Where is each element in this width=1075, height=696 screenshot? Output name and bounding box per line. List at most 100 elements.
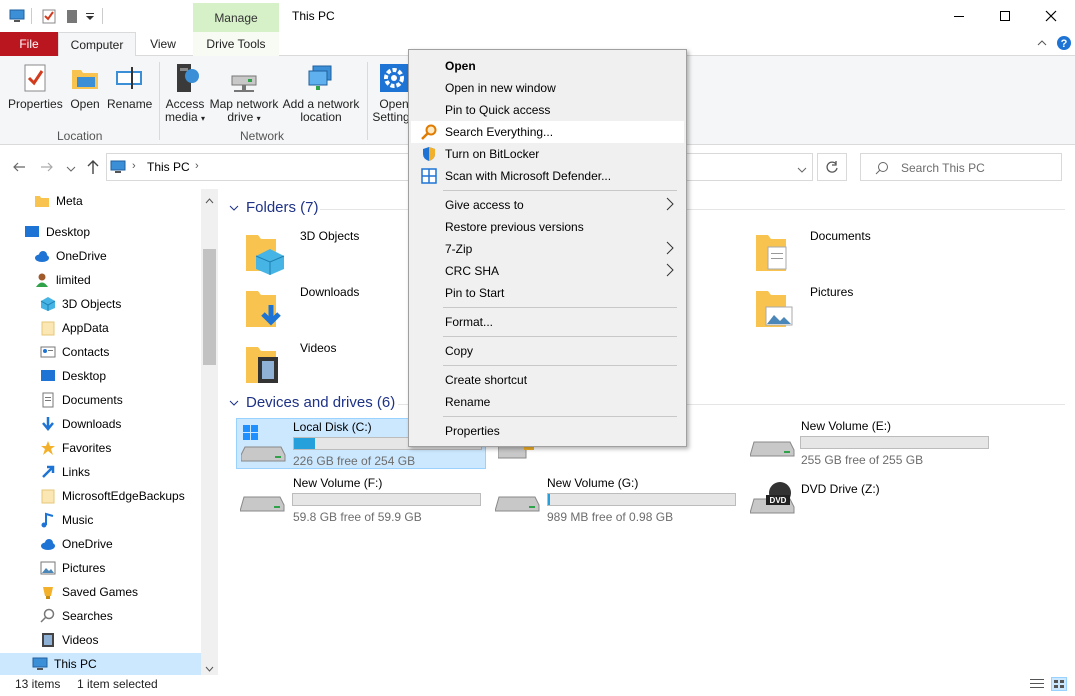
menu-item-open[interactable]: Open (411, 55, 684, 77)
menu-item-label: Give access to (445, 198, 524, 212)
menu-item-search-everything[interactable]: Search Everything... (411, 121, 684, 143)
folders-section-header[interactable]: Folders (7) (228, 199, 319, 216)
add-network-location-button[interactable]: Add a network location (282, 62, 360, 124)
details-view-icon[interactable] (1030, 678, 1044, 693)
nav-item[interactable]: Videos (40, 629, 98, 651)
open-button[interactable]: Open (66, 62, 104, 111)
menu-item-pin-quick-access[interactable]: Pin to Quick access (411, 99, 684, 121)
nav-item[interactable]: 3D Objects (40, 293, 121, 315)
properties-button[interactable]: Properties (8, 62, 63, 111)
tab-manage[interactable]: Manage (193, 3, 279, 32)
nav-item-label: Desktop (62, 369, 107, 383)
tab-view[interactable]: View (140, 32, 186, 56)
nav-item-label: Downloads (62, 417, 122, 431)
nav-item[interactable]: Documents (40, 389, 123, 411)
context-menu: Open Open in new window Pin to Quick acc… (408, 49, 687, 447)
tab-drive-tools[interactable]: Drive Tools (193, 32, 279, 56)
drive-tile-e[interactable]: New Volume (E:) 255 GB free of 255 GB (746, 418, 996, 469)
devices-section-header[interactable]: Devices and drives (6) (228, 394, 395, 411)
menu-item-pin-start[interactable]: Pin to Start (411, 282, 684, 304)
nav-item[interactable]: AppData (40, 317, 109, 339)
nav-item[interactable]: Pictures (40, 557, 105, 579)
close-button[interactable] (1028, 0, 1074, 32)
nav-item[interactable]: OneDrive (40, 533, 113, 555)
folder-tile-pictures[interactable]: Pictures (754, 285, 934, 333)
up-arrow-icon[interactable] (86, 159, 100, 178)
menu-item-properties[interactable]: Properties (411, 420, 684, 442)
breadcrumb-this-pc[interactable]: This PC (147, 160, 190, 174)
tab-file[interactable]: File (0, 32, 58, 56)
qat-divider (31, 8, 32, 24)
forward-arrow-icon[interactable] (40, 160, 54, 177)
drive-icon (239, 483, 288, 531)
menu-item-7zip[interactable]: 7-Zip (411, 238, 684, 260)
breadcrumb-chevron-icon[interactable]: › (195, 160, 199, 172)
nav-scroll-thumb[interactable] (203, 249, 216, 365)
scroll-up-icon[interactable] (205, 193, 214, 207)
refresh-button[interactable] (817, 153, 847, 181)
access-media-button[interactable]: Access media ▾ (163, 62, 207, 125)
drive-tile-z[interactable]: DVD DVD Drive (Z:) (746, 475, 996, 526)
games-icon (40, 584, 56, 600)
nav-scrollbar[interactable] (201, 189, 218, 675)
minimize-button[interactable] (936, 0, 982, 32)
address-dropdown-icon[interactable] (797, 163, 807, 177)
nav-item[interactable]: Meta (34, 190, 83, 212)
folder-gray-icon[interactable] (65, 8, 81, 24)
drive-name: New Volume (E:) (801, 419, 892, 433)
drive-tile-f[interactable]: New Volume (F:) 59.8 GB free of 59.9 GB (236, 475, 486, 526)
drive-tile-g[interactable]: New Volume (G:) 989 MB free of 0.98 GB (491, 475, 741, 526)
menu-item-create-shortcut[interactable]: Create shortcut (411, 369, 684, 391)
folder-tile-documents[interactable]: Documents (754, 229, 934, 277)
rename-button[interactable]: Rename (107, 62, 152, 111)
menu-item-open-new-window[interactable]: Open in new window (411, 77, 684, 99)
menu-separator (443, 190, 677, 191)
nav-item[interactable]: Contacts (40, 341, 109, 363)
menu-item-copy[interactable]: Copy (411, 340, 684, 362)
nav-item-label: Pictures (62, 561, 106, 575)
ribbon-collapse-icon[interactable] (1036, 37, 1048, 52)
star-icon (40, 440, 56, 456)
menu-item-rename[interactable]: Rename (411, 391, 684, 413)
nav-item[interactable]: Desktop (40, 365, 106, 387)
menu-item-format[interactable]: Format... (411, 311, 684, 333)
back-arrow-icon[interactable] (12, 160, 26, 177)
nav-item[interactable]: Links (40, 461, 90, 483)
nav-item[interactable]: Saved Games (40, 581, 138, 603)
properties-check-icon[interactable] (41, 8, 57, 24)
recent-dropdown-icon[interactable] (66, 162, 76, 176)
menu-separator (443, 365, 677, 366)
tab-computer[interactable]: Computer (58, 32, 136, 57)
search-field[interactable]: Search This PC (860, 153, 1062, 181)
nav-item[interactable]: Downloads (40, 413, 121, 435)
nav-item[interactable]: MicrosoftEdgeBackups (40, 485, 185, 507)
tiles-view-icon[interactable] (1051, 677, 1067, 694)
nav-item[interactable]: limited (34, 269, 91, 291)
help-icon[interactable]: ? (1056, 35, 1072, 54)
nav-item[interactable]: Searches (40, 605, 113, 627)
folder-tile-3d-objects[interactable]: 3D Objects (244, 229, 424, 277)
maximize-button[interactable] (982, 0, 1028, 32)
breadcrumb-chevron-icon[interactable]: › (132, 160, 136, 172)
map-network-drive-button[interactable]: Map network drive ▾ (208, 62, 280, 125)
computer-icon[interactable] (9, 8, 25, 24)
nav-item-label: Favorites (62, 441, 112, 455)
folder-tile-videos[interactable]: Videos (244, 341, 424, 389)
nav-item-label: Searches (62, 609, 113, 623)
scroll-down-icon[interactable] (205, 661, 214, 675)
nav-item[interactable]: Favorites (40, 437, 111, 459)
menu-item-crc-sha[interactable]: CRC SHA (411, 260, 684, 282)
media-server-icon (169, 62, 201, 94)
nav-item[interactable]: Desktop (24, 221, 90, 243)
nav-item[interactable]: OneDrive (34, 245, 107, 267)
nav-item[interactable]: Music (40, 509, 93, 531)
nav-item-selected[interactable]: This PC (0, 653, 201, 675)
dropdown-arrow-icon[interactable] (84, 8, 100, 24)
menu-item-give-access[interactable]: Give access to (411, 194, 684, 216)
menu-item-bitlocker[interactable]: Turn on BitLocker (411, 143, 684, 165)
menu-item-defender[interactable]: Scan with Microsoft Defender... (411, 165, 684, 187)
windows-drive-icon (240, 425, 289, 473)
folder-tile-downloads[interactable]: Downloads (244, 285, 424, 333)
menu-item-restore[interactable]: Restore previous versions (411, 216, 684, 238)
status-item-count: 13 items (15, 677, 61, 691)
